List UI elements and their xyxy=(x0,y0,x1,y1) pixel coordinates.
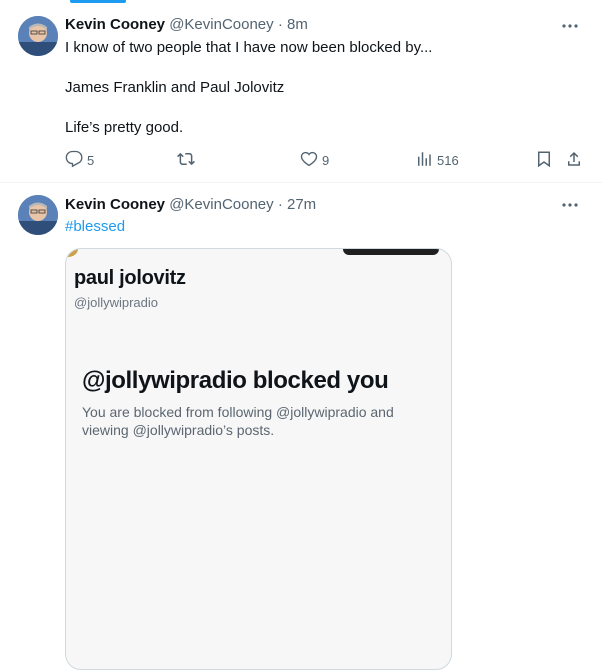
reply-button[interactable]: 5 xyxy=(65,148,94,172)
screenshot-button-fragment xyxy=(343,249,439,255)
reply-icon xyxy=(65,150,83,171)
separator-dot: · xyxy=(277,196,283,213)
screenshot-profile-name: paul jolovitz xyxy=(74,267,186,289)
like-button[interactable]: 9 xyxy=(300,148,329,172)
views-count: 516 xyxy=(437,152,459,168)
author-name[interactable]: Kevin Cooney xyxy=(65,196,165,213)
retweet-icon xyxy=(177,150,195,171)
timestamp[interactable]: 8m xyxy=(287,16,308,33)
views-icon xyxy=(415,150,433,171)
screenshot-profile-handle: @jollywipradio xyxy=(74,295,159,310)
more-icon[interactable] xyxy=(560,195,580,215)
separator-dot: · xyxy=(277,16,283,33)
author-name[interactable]: Kevin Cooney xyxy=(65,16,165,33)
share-button[interactable] xyxy=(565,148,583,172)
tweet-header: Kevin Cooney @KevinCooney · 27m xyxy=(65,196,316,213)
like-icon xyxy=(300,150,318,171)
tweet-actions: 5 9 516 xyxy=(65,148,585,172)
tweet-header: Kevin Cooney @KevinCooney · 8m xyxy=(65,16,308,33)
timestamp[interactable]: 27m xyxy=(287,196,316,213)
screenshot-blocked-title: @jollywipradio blocked you xyxy=(82,367,389,394)
tweet-text-line: James Franklin and Paul Jolovitz xyxy=(65,79,285,96)
views-button[interactable]: 516 xyxy=(415,148,459,172)
share-icon xyxy=(565,150,583,171)
tweet[interactable]: Kevin Cooney @KevinCooney · 8m I know of… xyxy=(0,0,602,183)
reply-count: 5 xyxy=(87,152,95,168)
author-handle[interactable]: @KevinCooney xyxy=(169,16,273,33)
bookmark-button[interactable] xyxy=(535,148,553,172)
profile-avatar-fragment xyxy=(66,249,78,257)
author-handle[interactable]: @KevinCooney xyxy=(169,196,273,213)
more-icon[interactable] xyxy=(560,16,580,36)
tweet-text-line: Life’s pretty good. xyxy=(65,119,184,136)
bookmark-icon xyxy=(535,150,553,171)
hashtag-link[interactable]: #blessed xyxy=(65,217,125,237)
like-count: 9 xyxy=(322,152,330,168)
retweet-button[interactable] xyxy=(177,148,195,172)
avatar[interactable] xyxy=(18,195,58,235)
avatar[interactable] xyxy=(18,16,58,56)
tweet-media-image[interactable]: paul jolovitz @jollywipradio @jollywipra… xyxy=(65,248,452,670)
tweet-text-line: I know of two people that I have now bee… xyxy=(65,39,433,56)
screenshot-blocked-description: You are blocked from following @jollywip… xyxy=(82,404,394,438)
